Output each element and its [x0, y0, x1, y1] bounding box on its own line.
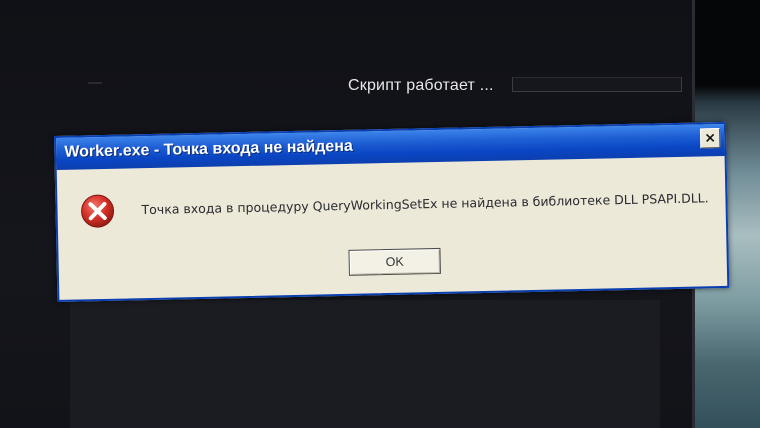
- dialog-title: Worker.exe - Точка входа не найдена: [64, 137, 353, 161]
- screen: Скрипт работает ... Worker.exe - Точка в…: [0, 0, 760, 428]
- close-icon: ×: [704, 130, 717, 147]
- error-icon: [81, 194, 115, 228]
- dialog-message: Точка входа в процедуру QueryWorkingSetE…: [141, 190, 709, 218]
- background-window-panel: [70, 300, 660, 428]
- script-status-label: Скрипт работает ...: [348, 77, 494, 94]
- error-dialog: Worker.exe - Точка входа не найдена × То…: [54, 121, 730, 302]
- script-progress-bar: [512, 77, 682, 92]
- ok-button[interactable]: OK: [348, 247, 441, 276]
- close-button[interactable]: ×: [699, 128, 721, 149]
- background-divider: [88, 82, 102, 84]
